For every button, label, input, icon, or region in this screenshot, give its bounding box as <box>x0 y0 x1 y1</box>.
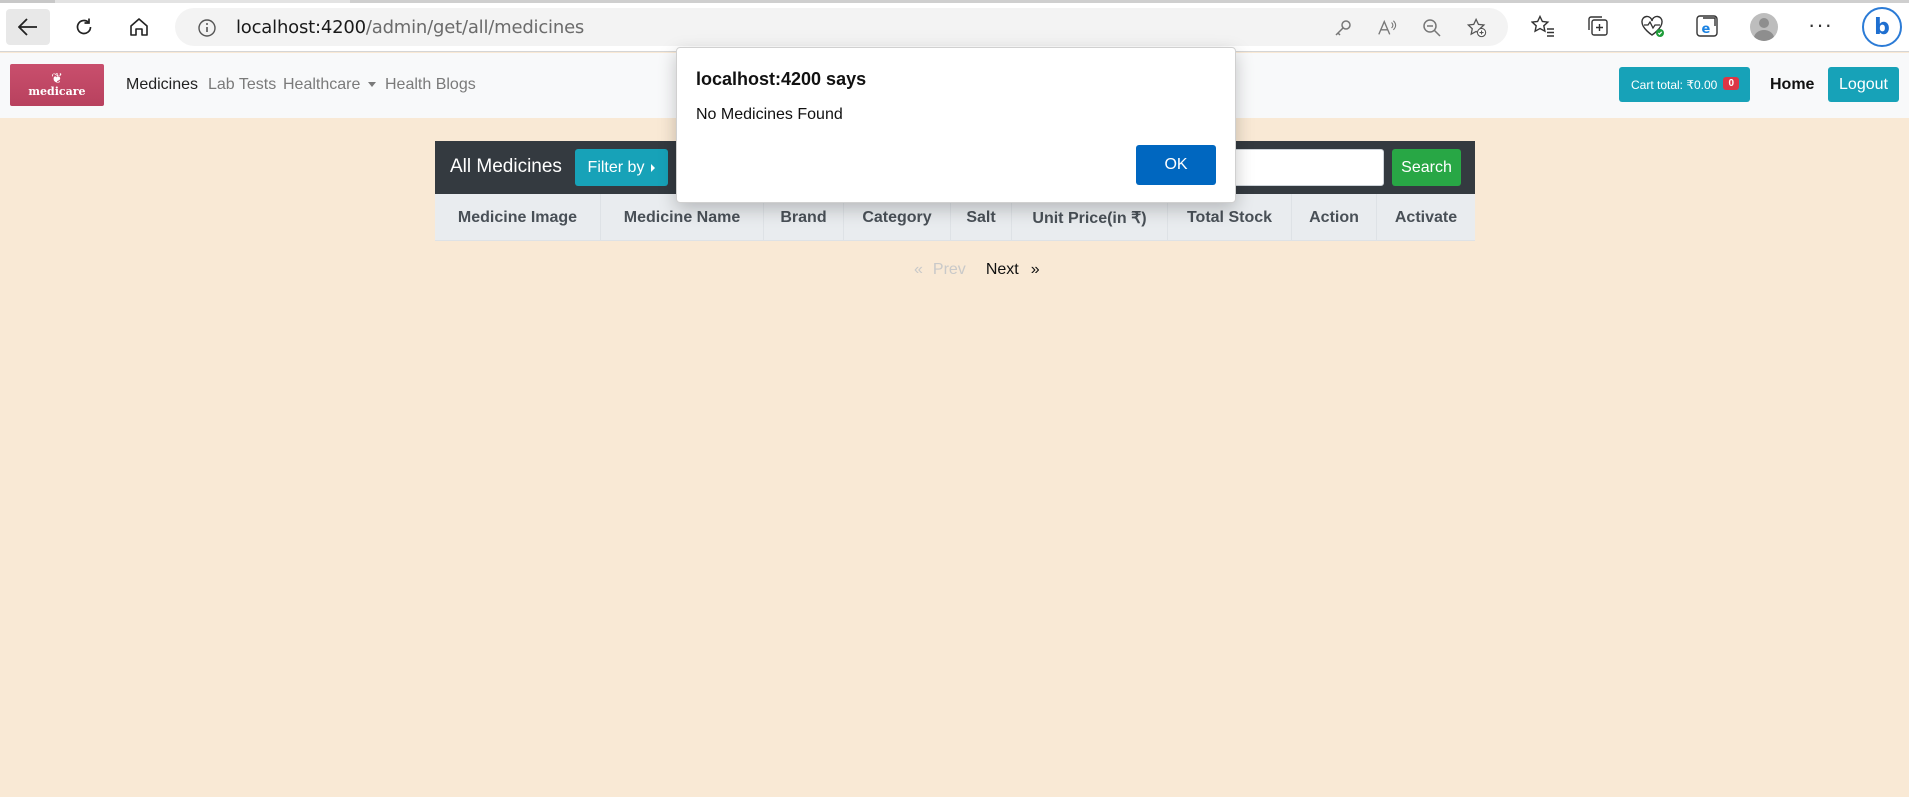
browser-toolbar: localhost:4200/admin/get/all/medicines e… <box>0 0 1909 52</box>
home-link[interactable]: Home <box>1770 76 1814 94</box>
table-title: All Medicines <box>450 156 562 177</box>
medicare-logo[interactable]: ❦ medicare <box>10 64 104 106</box>
filter-by-button[interactable]: Filter by <box>575 149 668 186</box>
logo-text: medicare <box>28 85 86 98</box>
filter-by-label: Filter by <box>587 158 645 176</box>
logout-button[interactable]: Logout <box>1828 67 1899 102</box>
read-aloud-icon[interactable] <box>1377 18 1397 38</box>
nav-link-medicines[interactable]: Medicines <box>126 76 198 94</box>
alert-dialog: localhost:4200 says No Medicines Found O… <box>676 47 1236 203</box>
logo-mark-icon: ❦ <box>51 70 63 86</box>
profile-avatar[interactable] <box>1750 13 1778 41</box>
arrow-left-icon <box>18 18 37 36</box>
cart-button[interactable]: Cart total: ₹0.00 0 <box>1619 67 1750 102</box>
caret-right-icon <box>651 163 656 172</box>
settings-more-icon[interactable]: ··· <box>1808 12 1833 38</box>
nav-dropdown-healthcare[interactable]: Healthcare <box>283 76 377 94</box>
next-double-arrow-icon[interactable]: » <box>1031 261 1040 279</box>
back-button[interactable] <box>6 9 50 45</box>
browser-essentials-button[interactable] <box>1640 13 1666 39</box>
nav-link-healthcare: Healthcare <box>283 76 361 93</box>
dialog-title: localhost:4200 says <box>696 69 867 89</box>
prev-double-arrow-icon: « <box>914 261 923 278</box>
cart-total-label: Cart total: ₹0.00 <box>1631 77 1718 92</box>
next-page-link[interactable]: Next <box>986 261 1019 279</box>
internet-explorer-icon: e <box>1696 15 1718 37</box>
zoom-out-icon[interactable] <box>1422 18 1442 38</box>
reload-button[interactable] <box>62 9 106 45</box>
bing-copilot-button[interactable]: b <box>1862 7 1902 47</box>
reload-icon <box>76 18 92 35</box>
column-header-action: Action <box>1292 194 1377 241</box>
address-bar[interactable]: localhost:4200/admin/get/all/medicines <box>175 8 1508 46</box>
ok-button[interactable]: OK <box>1136 145 1216 185</box>
add-favorite-icon[interactable] <box>1467 18 1487 38</box>
favorites-icon <box>1531 15 1554 37</box>
bing-icon: b <box>1874 14 1890 40</box>
dialog-message: No Medicines Found <box>696 106 843 123</box>
search-button[interactable]: Search <box>1392 149 1461 186</box>
svg-text:e: e <box>1702 22 1711 37</box>
collections-icon <box>1588 16 1608 36</box>
url-path: /admin/get/all/medicines <box>365 17 585 38</box>
ie-mode-button[interactable]: e <box>1694 13 1720 39</box>
cart-count-badge: 0 <box>1723 77 1739 90</box>
pagination: « Prev Next » <box>914 261 1040 279</box>
column-header-medicine-image: Medicine Image <box>435 194 601 241</box>
collections-button[interactable] <box>1585 13 1611 39</box>
prev-page-link: Prev <box>932 261 966 278</box>
caret-down-icon <box>368 82 377 88</box>
nav-link-lab-tests[interactable]: Lab Tests <box>208 76 276 94</box>
url-host: localhost:4200 <box>236 17 366 38</box>
heart-pulse-icon <box>1641 15 1664 37</box>
nav-link-health-blogs[interactable]: Health Blogs <box>385 76 476 94</box>
column-header-activate: Activate <box>1394 208 1458 226</box>
home-icon <box>130 18 148 36</box>
home-button[interactable] <box>117 9 161 45</box>
url-text[interactable]: localhost:4200/admin/get/all/medicines <box>236 17 584 38</box>
key-icon[interactable] <box>1333 18 1353 38</box>
favorites-button[interactable] <box>1530 13 1556 39</box>
tab-strip <box>0 0 1909 3</box>
info-icon[interactable] <box>197 18 217 38</box>
